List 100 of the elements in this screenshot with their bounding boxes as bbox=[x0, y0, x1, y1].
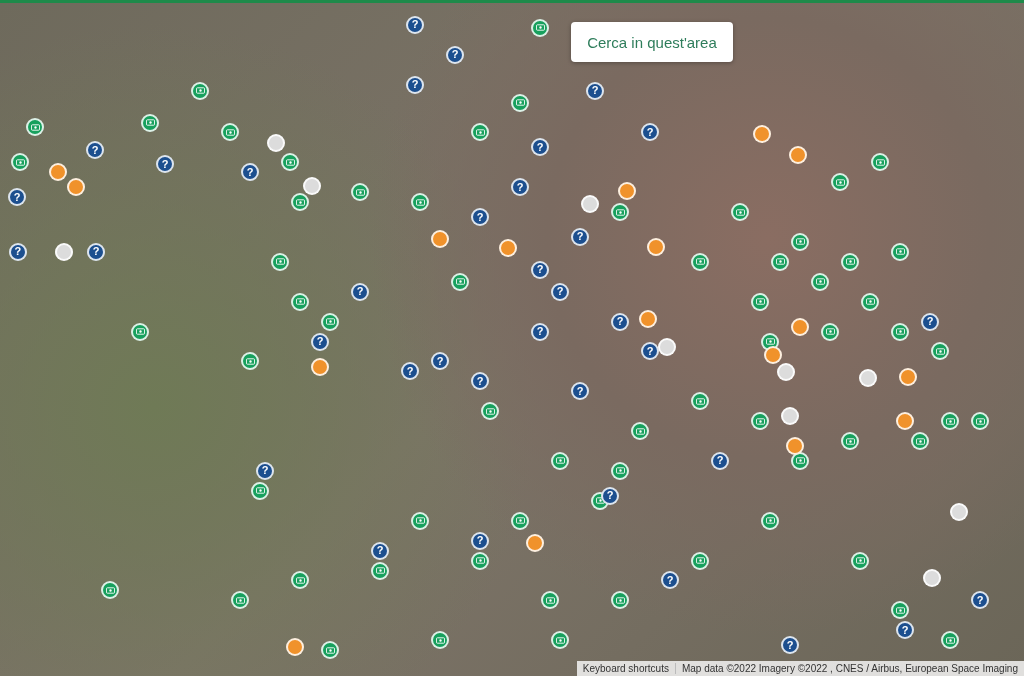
map-marker[interactable] bbox=[891, 242, 909, 261]
map-marker[interactable] bbox=[764, 346, 782, 365]
map-marker[interactable] bbox=[761, 511, 779, 530]
map-marker[interactable]: ? bbox=[711, 452, 729, 470]
map-marker[interactable] bbox=[55, 242, 73, 261]
map-marker[interactable] bbox=[658, 337, 676, 356]
map-marker[interactable] bbox=[131, 322, 149, 341]
map-marker[interactable] bbox=[691, 392, 709, 411]
map-marker[interactable]: ? bbox=[971, 591, 989, 610]
map-marker[interactable] bbox=[551, 452, 569, 470]
map-marker[interactable] bbox=[11, 153, 29, 172]
map-marker[interactable]: ? bbox=[571, 228, 589, 246]
map-marker[interactable] bbox=[731, 203, 749, 222]
map-marker[interactable] bbox=[751, 292, 769, 311]
map-marker[interactable]: ? bbox=[601, 486, 619, 505]
map-marker[interactable] bbox=[753, 125, 771, 144]
map-marker[interactable] bbox=[611, 591, 629, 610]
map-marker[interactable] bbox=[451, 272, 469, 291]
map-marker[interactable] bbox=[791, 452, 809, 470]
map-marker[interactable] bbox=[291, 292, 309, 311]
map-marker[interactable] bbox=[511, 93, 529, 112]
map-marker[interactable] bbox=[251, 481, 269, 500]
map-marker[interactable] bbox=[611, 461, 629, 480]
map-marker[interactable]: ? bbox=[351, 282, 369, 301]
map-marker[interactable]: ? bbox=[531, 260, 549, 279]
map-marker[interactable] bbox=[291, 193, 309, 212]
map-marker[interactable]: ? bbox=[921, 312, 939, 331]
map-marker[interactable]: ? bbox=[471, 531, 489, 550]
map-marker[interactable] bbox=[431, 230, 449, 248]
map-marker[interactable] bbox=[611, 203, 629, 222]
map-marker[interactable]: ? bbox=[431, 352, 449, 371]
map-marker[interactable] bbox=[291, 571, 309, 590]
map-marker[interactable]: ? bbox=[551, 282, 569, 301]
map-marker[interactable]: ? bbox=[611, 312, 629, 331]
map-marker[interactable]: ? bbox=[511, 178, 529, 197]
map-marker[interactable] bbox=[941, 412, 959, 431]
map-marker[interactable]: ? bbox=[661, 571, 679, 590]
map-marker[interactable]: ? bbox=[406, 15, 424, 34]
map-marker[interactable] bbox=[899, 368, 917, 387]
map-marker[interactable] bbox=[896, 412, 914, 431]
map-marker[interactable]: ? bbox=[8, 188, 26, 207]
map-marker[interactable] bbox=[751, 412, 769, 431]
map-marker[interactable] bbox=[49, 163, 67, 182]
map-marker[interactable]: ? bbox=[86, 141, 104, 160]
map-marker[interactable] bbox=[941, 631, 959, 650]
map-marker[interactable] bbox=[911, 432, 929, 451]
map-marker[interactable] bbox=[851, 551, 869, 570]
map-marker[interactable] bbox=[581, 195, 599, 214]
map-marker[interactable]: ? bbox=[896, 621, 914, 640]
map-marker[interactable] bbox=[761, 332, 779, 351]
map-marker[interactable] bbox=[639, 309, 657, 328]
map-marker[interactable] bbox=[789, 146, 807, 165]
satellite-map-placeholder[interactable]: ? ? ? ? ? ? ? ? ? ? ? ? ? ? ? ? ? ? ? ? ? ? ? ? ? ? ? ? ? ? ? ? ? ? ? ? Cerca in quest'area Keyboard shortcuts Map data ©2022 Imagery ©2022 , CNES / Airbus, European Space Imaging bbox=[0, 3, 1024, 676]
search-area-button[interactable]: Cerca in quest'area bbox=[571, 22, 733, 62]
map-marker[interactable] bbox=[511, 511, 529, 530]
map-marker[interactable]: ? bbox=[471, 372, 489, 391]
map-marker[interactable] bbox=[371, 561, 389, 580]
map-marker[interactable]: ? bbox=[571, 382, 589, 401]
map-marker[interactable] bbox=[26, 118, 44, 137]
map-marker[interactable] bbox=[859, 369, 877, 388]
map-marker[interactable] bbox=[191, 81, 209, 100]
map-marker[interactable] bbox=[841, 432, 859, 451]
map-marker[interactable]: ? bbox=[9, 242, 27, 261]
map-marker[interactable] bbox=[531, 18, 549, 37]
map-marker[interactable] bbox=[281, 153, 299, 172]
map-marker[interactable]: ? bbox=[446, 45, 464, 64]
map-marker[interactable] bbox=[950, 502, 968, 521]
map-marker[interactable] bbox=[781, 407, 799, 426]
map-marker[interactable] bbox=[303, 177, 321, 196]
map-marker[interactable]: ? bbox=[156, 155, 174, 174]
map-marker[interactable] bbox=[811, 272, 829, 291]
map-marker[interactable] bbox=[267, 134, 285, 153]
map-marker[interactable] bbox=[411, 511, 429, 530]
map-marker[interactable] bbox=[499, 238, 517, 257]
map-marker[interactable]: ? bbox=[256, 461, 274, 480]
map-marker[interactable]: ? bbox=[531, 138, 549, 157]
map-marker[interactable] bbox=[841, 252, 859, 271]
map-marker[interactable] bbox=[67, 178, 85, 197]
map-marker[interactable] bbox=[791, 232, 809, 251]
map-marker[interactable]: ? bbox=[531, 322, 549, 341]
map-marker[interactable] bbox=[541, 591, 559, 610]
map-marker[interactable] bbox=[221, 123, 239, 142]
map-marker[interactable] bbox=[481, 402, 499, 421]
map-marker[interactable] bbox=[271, 252, 289, 271]
map-marker[interactable] bbox=[618, 182, 636, 201]
map-marker[interactable] bbox=[861, 292, 879, 311]
map-marker[interactable] bbox=[321, 641, 339, 660]
map-marker[interactable] bbox=[411, 193, 429, 212]
map-marker[interactable]: ? bbox=[241, 163, 259, 182]
map-marker[interactable] bbox=[351, 183, 369, 202]
map-marker[interactable] bbox=[101, 581, 119, 600]
map-marker[interactable] bbox=[631, 422, 649, 441]
map-marker[interactable] bbox=[691, 252, 709, 271]
map-marker[interactable] bbox=[321, 312, 339, 331]
map-marker[interactable] bbox=[971, 412, 989, 431]
map-marker[interactable] bbox=[141, 113, 159, 132]
map-marker[interactable] bbox=[831, 173, 849, 192]
map-marker[interactable]: ? bbox=[371, 541, 389, 560]
map-marker[interactable]: ? bbox=[311, 332, 329, 351]
map-marker[interactable]: ? bbox=[586, 81, 604, 100]
